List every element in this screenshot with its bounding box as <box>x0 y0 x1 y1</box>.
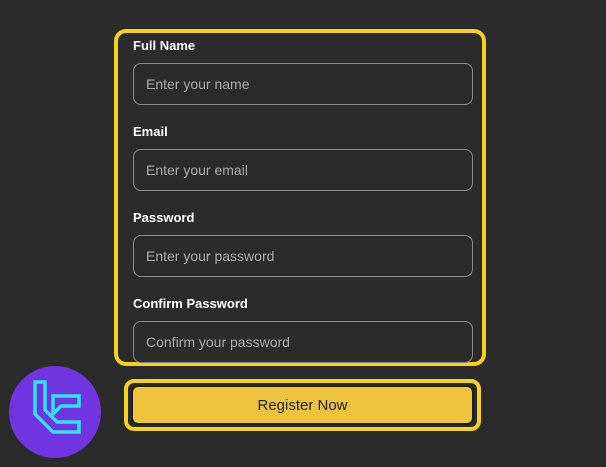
password-label: Password <box>133 210 195 225</box>
confirm-password-input[interactable] <box>133 321 473 363</box>
full-name-input[interactable] <box>133 63 473 105</box>
register-now-button[interactable]: Register Now <box>131 385 474 425</box>
email-input[interactable] <box>133 149 473 191</box>
registration-page: Full Name Email Password Confirm Passwor… <box>0 0 606 467</box>
logo-glyph <box>33 380 81 434</box>
full-name-label: Full Name <box>133 38 196 53</box>
confirm-password-label: Confirm Password <box>133 296 248 311</box>
email-label: Email <box>133 124 168 139</box>
brand-logo-icon <box>9 366 101 458</box>
password-input[interactable] <box>133 235 473 277</box>
